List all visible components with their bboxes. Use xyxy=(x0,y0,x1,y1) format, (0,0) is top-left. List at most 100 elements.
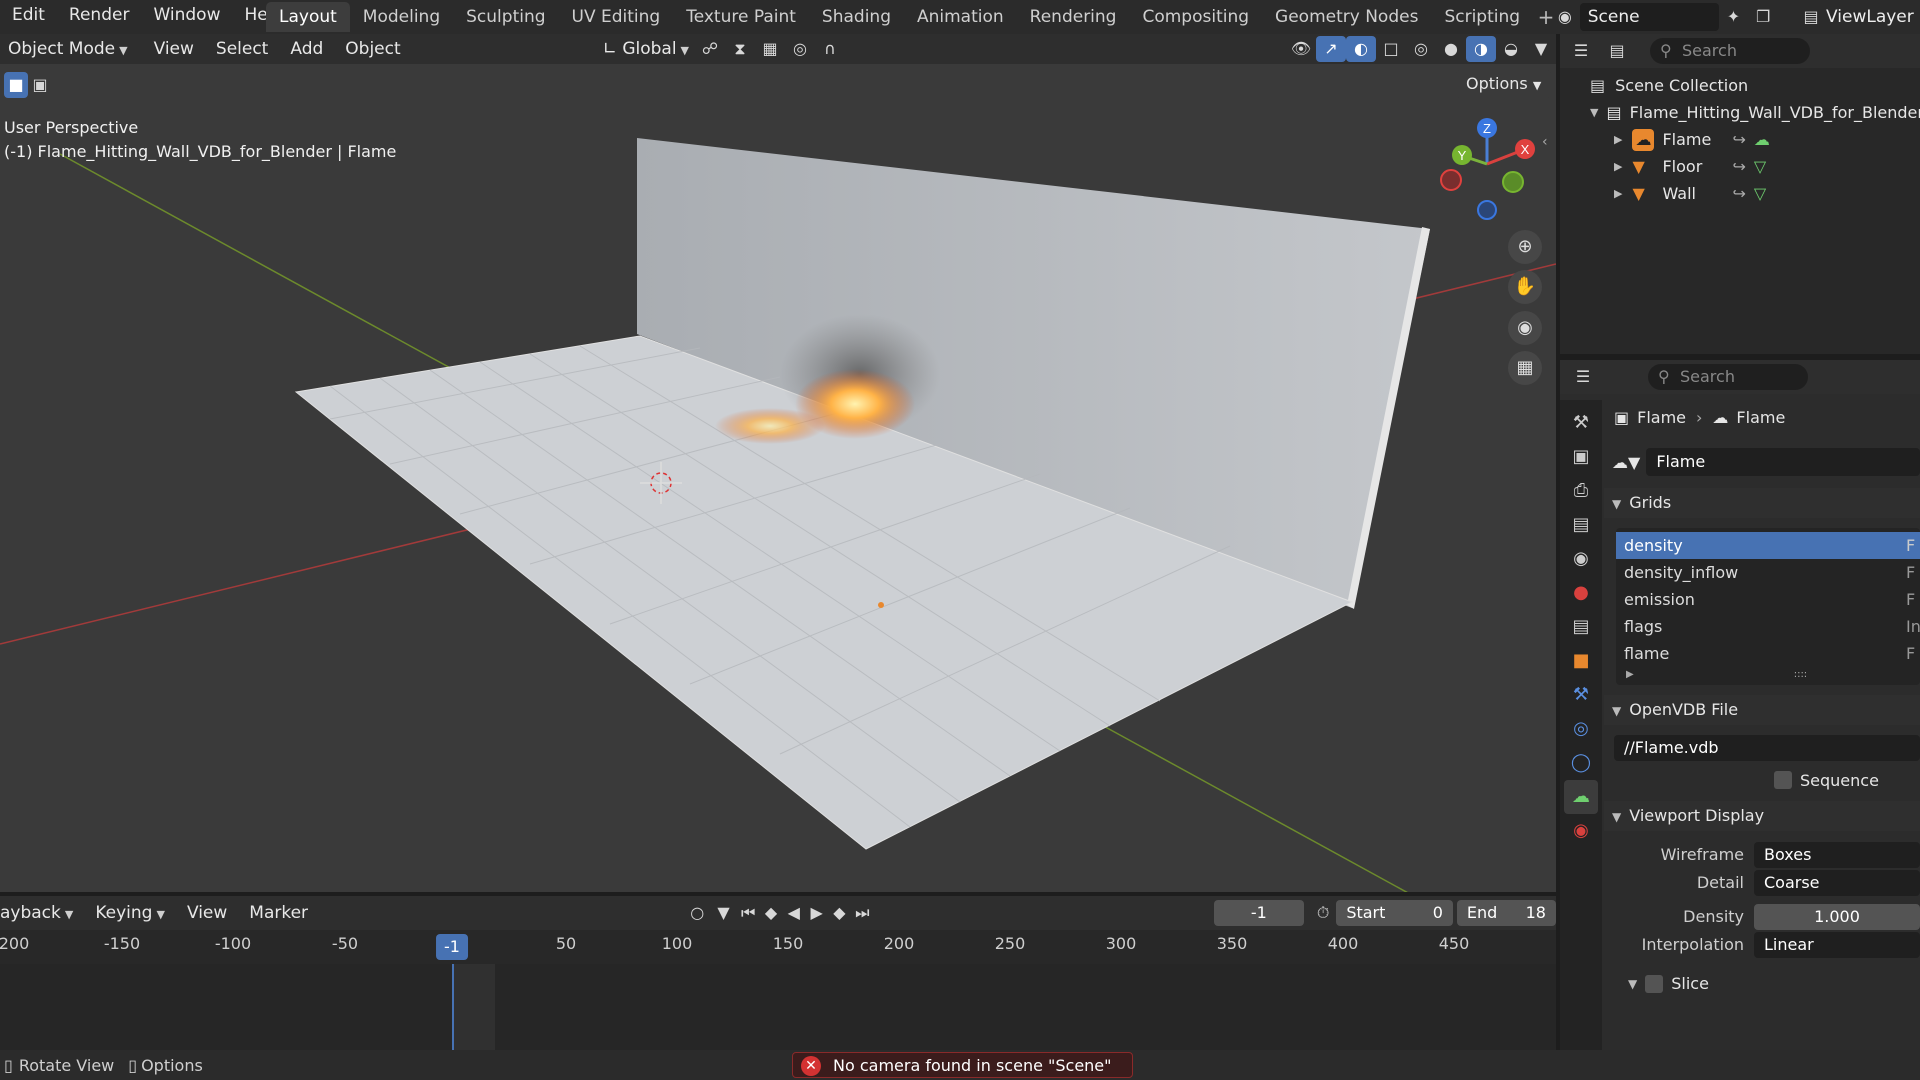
list-item[interactable]: flame F xyxy=(1616,640,1920,667)
scene-name-field[interactable]: Scene xyxy=(1579,3,1719,31)
material-tab-icon[interactable]: ◉ xyxy=(1564,814,1598,848)
tree-row-scene-collection[interactable]: ▤ Scene Collection xyxy=(1590,72,1920,99)
tab-sculpting[interactable]: Sculpting xyxy=(453,2,558,32)
interpolation-dropdown[interactable]: Linear xyxy=(1754,932,1920,958)
menu-playback[interactable]: ayback ▼ xyxy=(0,900,79,926)
menu-select[interactable]: Select xyxy=(210,36,274,62)
tree-row-flame[interactable]: ▶ ☁ Flame ↪ ☁ xyxy=(1590,126,1920,153)
error-report[interactable]: ✕ No camera found in scene "Scene" xyxy=(792,1052,1133,1078)
datablock-name-field[interactable]: Flame xyxy=(1646,448,1920,476)
tab-scripting[interactable]: Scripting xyxy=(1431,2,1533,32)
frame-ruler[interactable]: 200 -150 -100 -50 -1 50 100 150 200 250 … xyxy=(0,934,1556,960)
openvdb-panel-header[interactable]: ▼ OpenVDB File xyxy=(1604,695,1920,725)
playhead-frame-label[interactable]: -1 xyxy=(436,934,468,960)
jump-end-icon[interactable]: ⏭ xyxy=(851,900,874,926)
chevron-right-icon[interactable]: ▶ xyxy=(1614,153,1622,180)
viewport-options-button[interactable]: Options ▼ xyxy=(1456,70,1552,98)
editor-type-icon[interactable]: ☰ xyxy=(1568,364,1598,390)
menu-marker[interactable]: Marker xyxy=(243,900,314,926)
list-item[interactable]: density_inflow F xyxy=(1616,559,1920,586)
menu-view[interactable]: View xyxy=(148,36,200,62)
object-tab-icon[interactable]: ■ xyxy=(1564,644,1598,678)
stopwatch-icon[interactable]: ⏱ xyxy=(1310,900,1336,926)
sidebar-toggle-icon[interactable]: ‹ xyxy=(1542,134,1548,150)
list-item[interactable]: flagsInt xyxy=(1616,613,1920,640)
play-icon[interactable]: ▶ xyxy=(805,900,828,926)
falloff-icon[interactable]: ∩ xyxy=(815,36,845,62)
world-tab-icon[interactable]: ● xyxy=(1564,576,1598,610)
select-box-icon[interactable]: ■ xyxy=(4,72,28,98)
detail-dropdown[interactable]: Coarse xyxy=(1754,870,1920,896)
view-layer-name[interactable]: ViewLayer xyxy=(1826,7,1914,27)
menu-object[interactable]: Object xyxy=(339,36,406,62)
vdb-file-path-field[interactable]: //Flame.vdb xyxy=(1614,735,1920,761)
tab-texture-paint[interactable]: Texture Paint xyxy=(673,2,809,32)
volume-data-tab-icon[interactable]: ☁ xyxy=(1564,780,1598,814)
rendered-shading-icon[interactable]: ◒ xyxy=(1496,36,1526,62)
scene-icon[interactable]: ◉ xyxy=(1550,4,1580,30)
tree-row-floor[interactable]: ▶ ▼ Floor ↪ ▽ xyxy=(1590,153,1920,180)
menu-render[interactable]: Render xyxy=(57,0,142,34)
expand-triangle-icon[interactable]: ▶ xyxy=(1626,669,1634,680)
tab-geometry-nodes[interactable]: Geometry Nodes xyxy=(1262,2,1431,32)
view-layer-tab-icon[interactable]: ▤ xyxy=(1564,508,1598,542)
view-layer-icon[interactable]: ▤ xyxy=(1796,4,1826,30)
solid-shading-icon[interactable]: ● xyxy=(1436,36,1466,62)
slice-subpanel-header[interactable]: ▼ Slice xyxy=(1604,969,1920,999)
playhead-line[interactable] xyxy=(452,964,454,1050)
pan-hand-icon[interactable]: ✋ xyxy=(1508,270,1542,304)
grids-panel-header[interactable]: ▼ Grids xyxy=(1604,488,1920,518)
3d-viewport[interactable]: Object Mode ▼ View Select Add Object ∟ Gl… xyxy=(0,34,1556,892)
shading-options-icon[interactable]: ▼ xyxy=(1526,36,1556,62)
perspective-grid-icon[interactable]: ▦ xyxy=(1508,351,1542,385)
physics-tab-icon[interactable]: ◯ xyxy=(1564,746,1598,780)
tab-layout[interactable]: Layout xyxy=(266,2,350,32)
material-shading-icon[interactable]: ◑ xyxy=(1466,36,1496,62)
xray-icon[interactable]: □ xyxy=(1376,36,1406,62)
jump-start-icon[interactable]: ⏮ xyxy=(737,900,760,926)
pin-icon[interactable]: ✦ xyxy=(1719,4,1749,30)
outliner-search-input[interactable]: ⚲ Search xyxy=(1650,38,1810,64)
camera-view-icon[interactable]: ◉ xyxy=(1508,311,1542,345)
particles-tab-icon[interactable]: ◎ xyxy=(1564,712,1598,746)
list-item[interactable]: emission F xyxy=(1616,586,1920,613)
list-resize-handle[interactable]: ▶:::: xyxy=(1616,667,1920,681)
menu-window[interactable]: Window xyxy=(141,0,232,34)
wireframe-dropdown[interactable]: Boxes xyxy=(1754,842,1920,868)
output-tab-icon[interactable]: ⎙ xyxy=(1564,474,1598,508)
tab-rendering[interactable]: Rendering xyxy=(1017,2,1130,32)
viewport-display-panel-header[interactable]: ▼ Viewport Display xyxy=(1604,801,1920,831)
tool-tab-icon[interactable]: ⚒ xyxy=(1564,406,1598,440)
properties-search-input[interactable]: ⚲ Search xyxy=(1648,364,1808,390)
timeline-track-area[interactable] xyxy=(0,964,1556,1050)
gizmo-toggle-icon[interactable]: ↗ xyxy=(1316,36,1346,62)
scene-tab-icon[interactable]: ◉ xyxy=(1564,542,1598,576)
density-slider[interactable]: 1.000 xyxy=(1754,904,1920,930)
tree-row-wall[interactable]: ▶ ▼ Wall ↪ ▽ xyxy=(1590,180,1920,207)
snap-icon[interactable]: ⧗ xyxy=(725,36,755,62)
wireframe-shading-icon[interactable]: ◎ xyxy=(1406,36,1436,62)
current-frame-field[interactable]: -1 xyxy=(1213,900,1304,926)
select-extend-icon[interactable]: ▣ xyxy=(28,72,52,98)
start-frame-field[interactable]: Start 0 xyxy=(1336,900,1453,926)
navigation-gizmo[interactable]: Z X Y xyxy=(1430,114,1550,224)
snap-target-icon[interactable]: ▦ xyxy=(755,36,785,62)
zoom-icon[interactable]: ⊕ xyxy=(1508,230,1542,264)
sequence-checkbox[interactable] xyxy=(1774,771,1792,789)
tab-animation[interactable]: Animation xyxy=(904,2,1017,32)
next-keyframe-icon[interactable]: ◆ xyxy=(828,900,851,926)
pivot-icon[interactable]: ☍ xyxy=(695,36,725,62)
chevron-right-icon[interactable]: ▶ xyxy=(1614,126,1622,153)
collection-tab-icon[interactable]: ▤ xyxy=(1564,610,1598,644)
editor-type-icon[interactable]: ☰ xyxy=(1566,38,1596,64)
visibility-icon[interactable]: 👁 xyxy=(1286,36,1316,62)
modifier-tab-icon[interactable]: ⚒ xyxy=(1564,678,1598,712)
display-mode-icon[interactable]: ▤ xyxy=(1602,38,1632,64)
new-scene-icon[interactable]: ❐ xyxy=(1748,4,1778,30)
mode-dropdown[interactable]: Object Mode ▼ xyxy=(2,36,134,62)
menu-edit[interactable]: Edit xyxy=(0,0,57,34)
tab-compositing[interactable]: Compositing xyxy=(1129,2,1262,32)
menu-keying[interactable]: Keying ▼ xyxy=(89,900,171,926)
tree-row-collection[interactable]: ▼ ▤ Flame_Hitting_Wall_VDB_for_Blender xyxy=(1590,99,1920,126)
list-item[interactable]: density F xyxy=(1616,532,1920,559)
